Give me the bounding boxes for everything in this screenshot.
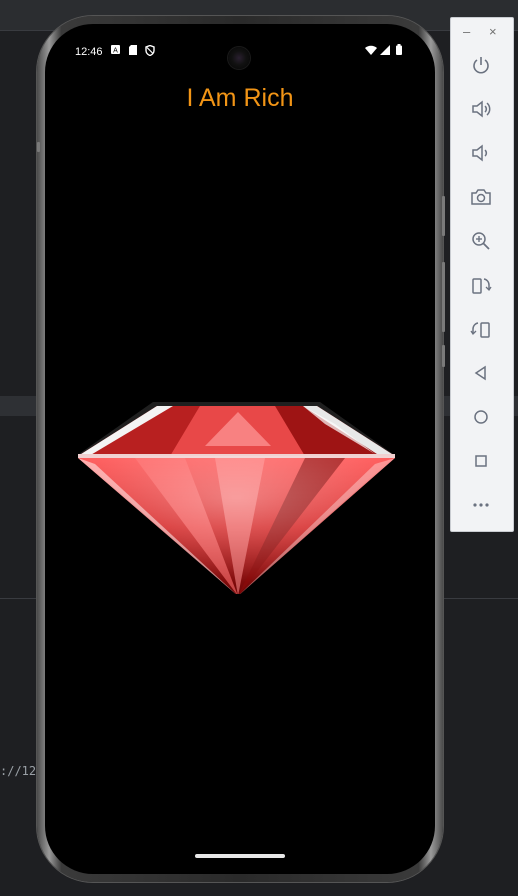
overview-icon[interactable] — [468, 448, 494, 474]
gesture-home-bar[interactable] — [195, 854, 285, 858]
sd-card-icon — [129, 45, 137, 58]
red-diamond-image — [78, 402, 395, 594]
close-button[interactable]: × — [489, 24, 497, 39]
zoom-in-icon[interactable] — [468, 228, 494, 254]
device-power-button[interactable] — [442, 196, 445, 236]
minimize-button[interactable]: – — [463, 24, 470, 39]
ide-code-fragment: ://12 — [0, 764, 37, 778]
device-screen[interactable]: 12:46 A I Am Rich — [45, 24, 435, 874]
device-side-button[interactable] — [442, 345, 445, 367]
shield-icon — [145, 44, 155, 59]
home-icon[interactable] — [468, 404, 494, 430]
signal-icon — [380, 45, 390, 58]
device-volume-rocker[interactable] — [442, 262, 445, 332]
device-side-button — [37, 142, 40, 152]
back-icon[interactable] — [468, 360, 494, 386]
volume-down-icon[interactable] — [468, 140, 494, 166]
app-title: I Am Rich — [186, 84, 294, 112]
camera-icon[interactable] — [468, 184, 494, 210]
rotate-right-icon[interactable] — [468, 316, 494, 342]
power-icon[interactable] — [468, 52, 494, 78]
svg-text:A: A — [113, 48, 118, 55]
notification-a-icon: A — [111, 45, 120, 57]
wifi-icon — [365, 45, 377, 58]
more-icon[interactable] — [468, 492, 494, 518]
front-camera — [228, 47, 250, 69]
volume-up-icon[interactable] — [468, 96, 494, 122]
status-time: 12:46 — [75, 46, 103, 58]
emulator-toolbar: – × — [450, 17, 514, 532]
battery-icon — [396, 44, 402, 58]
rotate-left-icon[interactable] — [468, 272, 494, 298]
